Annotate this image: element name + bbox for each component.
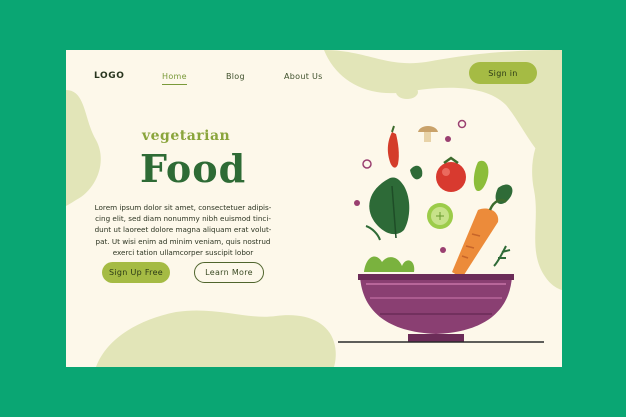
green-pepper-icon (473, 160, 489, 192)
salad-bowl-icon (338, 274, 544, 343)
salad-illustration (338, 119, 544, 343)
carrot-icon (452, 198, 507, 278)
berry-ring (362, 159, 372, 169)
berry-dot (440, 247, 446, 253)
chili-pepper-icon (387, 125, 399, 168)
berry-dot (354, 200, 360, 206)
greens-in-bowl (364, 256, 415, 272)
herb-sprig-icon (493, 245, 511, 267)
small-leaf-icon (410, 165, 423, 180)
herb-leaf-icon (365, 225, 381, 241)
mushroom-icon (418, 126, 438, 142)
landing-page: LOGO Home Blog About Us Sign in vegetari… (66, 50, 562, 367)
berry-ring (457, 119, 467, 129)
cucumber-slice-icon (427, 203, 453, 229)
tomato-icon (436, 156, 466, 192)
berry-dot (445, 136, 451, 142)
lettuce-leaf-icon (369, 177, 410, 239)
